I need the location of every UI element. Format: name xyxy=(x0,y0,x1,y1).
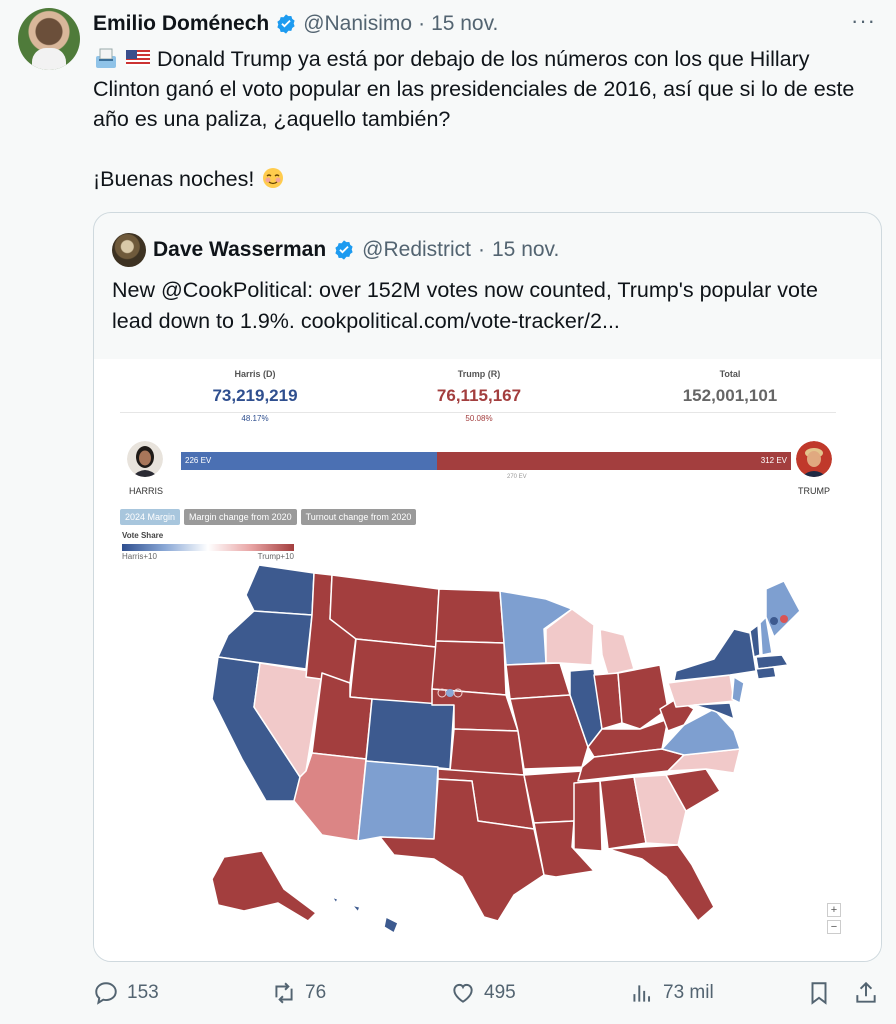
quoted-tweet-text: New @CookPolitical: over 152M votes now … xyxy=(112,278,818,333)
map-mode-buttons: 2024 Margin Margin change from 2020 Turn… xyxy=(120,509,417,525)
state-wyoming xyxy=(349,638,437,706)
electoral-vote-bar: HARRIS 226 EV 312 EV 270 EV TRUMP xyxy=(124,441,836,501)
tweet-header: Emilio Doménech @Nanisimo · 15 nov. xyxy=(93,9,866,39)
views-count: 73 mil xyxy=(663,982,714,1003)
state-new-jersey xyxy=(731,676,745,704)
us-election-map[interactable] xyxy=(94,559,882,962)
legend-gradient xyxy=(122,544,294,551)
tweet-text-main: Donald Trump ya está por debajo de los n… xyxy=(93,47,855,131)
retweet-button[interactable]: 76 xyxy=(271,980,326,1006)
state-maine xyxy=(765,580,801,638)
tweet-text-greeting: ¡Buenas noches! xyxy=(93,167,255,191)
trump-label: Trump (R) xyxy=(457,369,501,379)
author-handle[interactable]: @Nanisimo xyxy=(303,12,412,36)
quoted-header-separator: · xyxy=(478,238,485,261)
mode-margin-change-button[interactable]: Margin change from 2020 xyxy=(184,509,297,525)
views-button[interactable]: 73 mil xyxy=(629,980,714,1006)
quoted-tweet[interactable]: Dave Wasserman @Redistrict · 15 nov. New… xyxy=(93,212,882,962)
state-florida xyxy=(607,844,715,922)
harris-votes: 73,219,219 xyxy=(212,386,298,405)
tweet-text: Donald Trump ya está por debajo de los n… xyxy=(93,44,878,194)
state-north-dakota xyxy=(435,588,505,644)
reply-icon xyxy=(95,982,117,1005)
ev-trump-segment: 312 EV xyxy=(437,452,791,470)
like-count: 495 xyxy=(484,982,516,1003)
heart-icon xyxy=(453,983,473,1003)
tweet-date[interactable]: 15 nov. xyxy=(431,12,498,36)
trump-stat: Trump (R) 76,115,167 50.08% xyxy=(404,369,554,423)
bookmark-icon xyxy=(811,982,827,1005)
quoted-author-handle: @Redistrict xyxy=(362,238,471,261)
mode-turnout-change-button[interactable]: Turnout change from 2020 xyxy=(300,509,417,525)
state-south-dakota xyxy=(431,640,507,696)
state-new-york xyxy=(673,628,757,682)
trump-votes: 76,115,167 xyxy=(436,386,522,405)
vote-share-legend: Vote Share Harris+10 Trump+10 xyxy=(122,531,294,561)
stats-divider xyxy=(120,412,836,413)
total-votes: 152,001,101 xyxy=(682,386,778,405)
total-label: Total xyxy=(719,369,741,379)
harris-label: Harris (D) xyxy=(234,369,276,379)
author-avatar[interactable] xyxy=(18,8,80,70)
trump-name: TRUMP xyxy=(798,486,830,496)
harris-pct: 48.17% xyxy=(241,414,269,423)
zoom-in-button[interactable]: + xyxy=(827,903,841,917)
state-kansas xyxy=(449,728,525,776)
harris-photo xyxy=(127,441,163,477)
reply-count: 153 xyxy=(127,982,159,1003)
retweet-icon xyxy=(275,982,293,1004)
trump-photo xyxy=(796,441,832,477)
mode-2024-margin-button[interactable]: 2024 Margin xyxy=(120,509,181,525)
ballot-box-icon xyxy=(96,48,116,68)
views-chart-icon xyxy=(633,985,651,1002)
ev-270-marker: 270 EV xyxy=(507,474,527,480)
state-new-mexico xyxy=(357,760,439,842)
quoted-tweet-header: Dave Wasserman @Redistrict · 15 nov. xyxy=(112,233,560,267)
ev-harris-segment: 226 EV xyxy=(181,452,438,470)
more-options-icon[interactable]: ··· xyxy=(851,8,876,34)
retweet-count: 76 xyxy=(305,982,327,1003)
ev-bar: 226 EV 312 EV xyxy=(181,452,791,470)
verified-badge-icon xyxy=(335,240,353,260)
state-ohio xyxy=(617,664,669,730)
verified-badge-icon xyxy=(277,14,295,34)
zoom-out-button[interactable]: − xyxy=(827,920,841,934)
vote-tracker-image[interactable]: Harris (D) 73,219,219 48.17% Trump (R) 7… xyxy=(94,359,882,962)
state-washington xyxy=(245,564,315,616)
state-iowa xyxy=(505,662,571,700)
trump-pct: 50.08% xyxy=(465,414,493,423)
like-button[interactable]: 495 xyxy=(450,980,516,1006)
tweet-actions: 153 76 495 73 mil xyxy=(93,980,883,1014)
tweet: Emilio Doménech @Nanisimo · 15 nov. ··· … xyxy=(0,0,896,1024)
total-stat: Total 152,001,101 xyxy=(655,369,805,406)
share-icon xyxy=(856,981,876,1003)
harris-name: HARRIS xyxy=(129,486,164,496)
state-mississippi xyxy=(573,780,603,852)
header-separator: · xyxy=(418,12,426,35)
legend-title: Vote Share xyxy=(122,531,164,540)
share-button[interactable] xyxy=(853,980,879,1006)
vote-totals: Harris (D) 73,219,219 48.17% Trump (R) 7… xyxy=(120,369,835,435)
us-flag-icon xyxy=(125,50,150,66)
map-zoom-controls: + − xyxy=(827,903,841,937)
state-connecticut xyxy=(755,666,777,680)
bookmark-button[interactable] xyxy=(806,980,832,1006)
reply-button[interactable]: 153 xyxy=(93,980,159,1006)
quoted-author-avatar[interactable] xyxy=(112,233,146,267)
state-hawaii xyxy=(331,896,399,934)
state-colorado xyxy=(365,698,455,770)
harris-stat: Harris (D) 73,219,219 48.17% xyxy=(180,369,330,423)
author-name[interactable]: Emilio Doménech xyxy=(93,12,269,36)
state-michigan xyxy=(599,628,635,676)
quoted-tweet-date: 15 nov. xyxy=(492,238,560,261)
state-alaska xyxy=(211,850,317,922)
smiling-blush-icon xyxy=(263,168,284,188)
quoted-author-name: Dave Wasserman xyxy=(153,238,327,261)
